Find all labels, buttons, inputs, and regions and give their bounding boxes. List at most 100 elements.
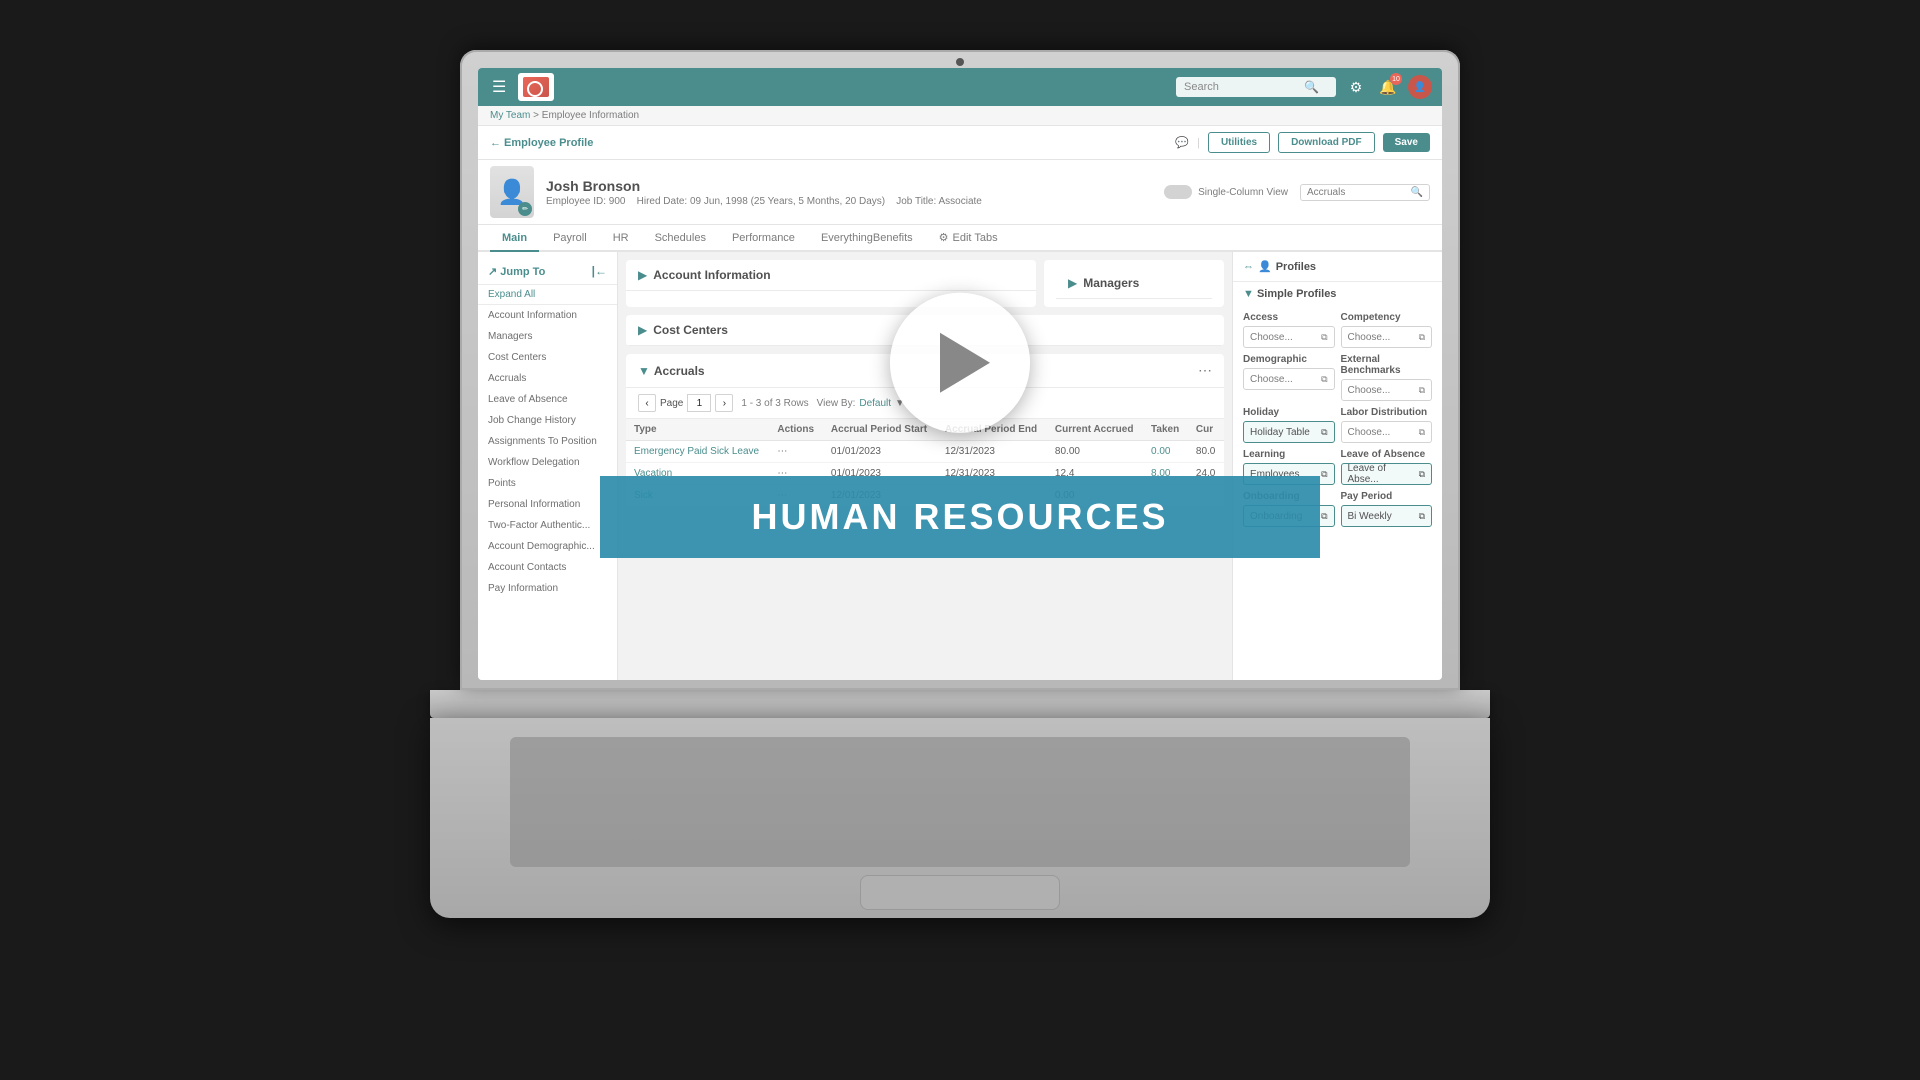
profiles-sidebar: ⇔ 👤 Profiles ▼ Simple Profiles Access: [1232, 252, 1442, 680]
accruals-search-icon: 🔍: [1411, 187, 1423, 198]
row1-current: 80.0: [1188, 441, 1224, 463]
col-current-accrued: Current Accrued: [1047, 419, 1143, 441]
sidebar-item-job-change[interactable]: Job Change History: [478, 410, 617, 431]
notifications-button[interactable]: 🔔 10: [1376, 75, 1400, 99]
logo-box[interactable]: [518, 73, 554, 101]
row3-current: [1188, 485, 1224, 507]
sidebar-item-two-factor[interactable]: Two-Factor Authentic...: [478, 515, 617, 536]
row1-accrued: 80.00: [1047, 441, 1143, 463]
sidebar-item-assignments[interactable]: Assignments To Position: [478, 431, 617, 452]
profile-onboarding-select[interactable]: Onboarding ⧉: [1243, 505, 1335, 527]
profile-holiday-select[interactable]: Holiday Table ⧉: [1243, 421, 1335, 443]
breadcrumb-current: Employee Information: [542, 110, 639, 121]
account-info-title: Account Information: [653, 268, 770, 282]
accruals-collapse-icon[interactable]: ▼: [638, 364, 650, 378]
edit-badge[interactable]: ✏: [518, 202, 532, 216]
profile-labor-dist-select[interactable]: Choose... ⧉: [1341, 421, 1433, 443]
profile-actions: 💬 | Utilities Download PDF Save: [1175, 132, 1430, 153]
sidebar-item-personal-info[interactable]: Personal Information: [478, 494, 617, 515]
next-page-button[interactable]: ›: [715, 394, 733, 412]
search-input[interactable]: [1184, 81, 1304, 93]
profiles-icon: 👤: [1258, 260, 1272, 273]
collapse-icon[interactable]: |←: [592, 264, 607, 278]
profile-labor-dist-label: Labor Distribution: [1341, 407, 1433, 418]
row2-taken: 8.00: [1143, 463, 1188, 485]
profile-learning-select[interactable]: Employees ⧉: [1243, 463, 1335, 485]
tab-main[interactable]: Main: [490, 226, 539, 252]
profile-demographic-select[interactable]: Choose... ⧉: [1243, 368, 1335, 390]
tab-hr[interactable]: HR: [601, 226, 641, 252]
view-by-value[interactable]: Default: [859, 398, 891, 409]
row2-actions: ⋯: [769, 463, 823, 485]
sidebar-item-cost-centers[interactable]: Cost Centers: [478, 347, 617, 368]
tab-everything-benefits[interactable]: EverythingBenefits: [809, 226, 925, 252]
accruals-search[interactable]: Accruals 🔍: [1300, 184, 1430, 201]
search-box[interactable]: 🔍: [1176, 77, 1336, 97]
utilities-button[interactable]: Utilities: [1208, 132, 1270, 153]
copy-icon-9: ⧉: [1321, 511, 1327, 522]
sidebar-item-account-demographic[interactable]: Account Demographic...: [478, 536, 617, 557]
account-info-header[interactable]: ▶ Account Information: [626, 260, 1036, 291]
job-title: Associate: [939, 196, 982, 207]
profile-access-select[interactable]: Choose... ⧉: [1243, 326, 1335, 348]
trackpad[interactable]: [860, 875, 1060, 910]
profile-external-benchmarks: External Benchmarks Choose... ⧉: [1341, 354, 1433, 401]
tabs-bar: Main Payroll HR Schedules Performance Ev…: [478, 225, 1442, 252]
single-column-toggle[interactable]: Single-Column View: [1164, 185, 1288, 199]
keyboard-grid: [510, 737, 1410, 867]
settings-button[interactable]: ⚙: [1344, 75, 1368, 99]
accruals-table: Type Actions Accrual Period Start Accrua…: [626, 419, 1224, 507]
sidebar-item-accruals[interactable]: Accruals: [478, 368, 617, 389]
tab-edit-tabs[interactable]: ⚙ Edit Tabs: [927, 225, 1010, 252]
jump-icon: ↗: [488, 266, 497, 278]
save-button[interactable]: Save: [1383, 133, 1430, 152]
user-avatar[interactable]: 👤: [1408, 75, 1432, 99]
profile-pay-period-label: Pay Period: [1341, 491, 1433, 502]
profile-pay-period-select[interactable]: Bi Weekly ⧉: [1341, 505, 1433, 527]
profile-competency-select[interactable]: Choose... ⧉: [1341, 326, 1433, 348]
table-row: Sick ⋯ 12/01/2023 0.00: [626, 485, 1224, 507]
employee-bar: 👤 ✏ Josh Bronson Employee ID: 900 Hired …: [478, 160, 1442, 225]
sidebar-item-managers[interactable]: Managers: [478, 326, 617, 347]
tab-performance[interactable]: Performance: [720, 226, 807, 252]
profiles-collapse-icon[interactable]: ⇔: [1243, 261, 1254, 273]
nav-icons: ⚙ 🔔 10 👤: [1344, 75, 1432, 99]
tab-schedules[interactable]: Schedules: [643, 226, 718, 252]
back-button[interactable]: ← Employee Profile: [490, 137, 593, 149]
page-label: Page: [660, 398, 683, 409]
profile-ext-bench-select[interactable]: Choose... ⧉: [1341, 379, 1433, 401]
sidebar-item-account-contacts[interactable]: Account Contacts: [478, 557, 617, 578]
profile-loa-select[interactable]: Leave of Abse... ⧉: [1341, 463, 1433, 485]
tab-payroll[interactable]: Payroll: [541, 226, 599, 252]
accruals-more-options[interactable]: ⋯: [1198, 362, 1212, 379]
sidebar-item-pay-info[interactable]: Pay Information: [478, 578, 617, 599]
col-current: Cur: [1188, 419, 1224, 441]
view-by-label: View By:: [817, 398, 856, 409]
action-separator: |: [1197, 137, 1200, 149]
play-button[interactable]: [890, 293, 1030, 433]
prev-page-button[interactable]: ‹: [638, 394, 656, 412]
download-pdf-button[interactable]: Download PDF: [1278, 132, 1375, 153]
col-taken: Taken: [1143, 419, 1188, 441]
managers-header[interactable]: ▶ Managers: [1056, 268, 1212, 299]
row1-start: 01/01/2023: [823, 441, 937, 463]
accruals-label: Accruals: [1307, 187, 1345, 198]
profile-onboarding-label: Onboarding: [1243, 491, 1335, 502]
chevron-down-icon: ▼: [1243, 288, 1254, 300]
row2-type: Vacation: [626, 463, 769, 485]
sidebar-item-account-info[interactable]: Account Information: [478, 305, 617, 326]
sidebar-item-leave-of-absence[interactable]: Leave of Absence: [478, 389, 617, 410]
message-icon[interactable]: 💬: [1175, 136, 1189, 149]
expand-all-button[interactable]: Expand All: [478, 285, 617, 305]
sidebar-item-workflow[interactable]: Workflow Delegation: [478, 452, 617, 473]
toggle-switch[interactable]: [1164, 185, 1192, 199]
employee-meta: Employee ID: 900 Hired Date: 09 Jun, 199…: [546, 196, 982, 207]
copy-icon-5: ⧉: [1321, 427, 1327, 438]
page-number-input[interactable]: [687, 394, 711, 412]
search-icon: 🔍: [1304, 80, 1319, 94]
sidebar-item-points[interactable]: Points: [478, 473, 617, 494]
profile-pay-period: Pay Period Bi Weekly ⧉: [1341, 491, 1433, 527]
breadcrumb-parent[interactable]: My Team: [490, 110, 530, 121]
col-actions: Actions: [769, 419, 823, 441]
hamburger-menu[interactable]: ☰: [488, 73, 510, 101]
